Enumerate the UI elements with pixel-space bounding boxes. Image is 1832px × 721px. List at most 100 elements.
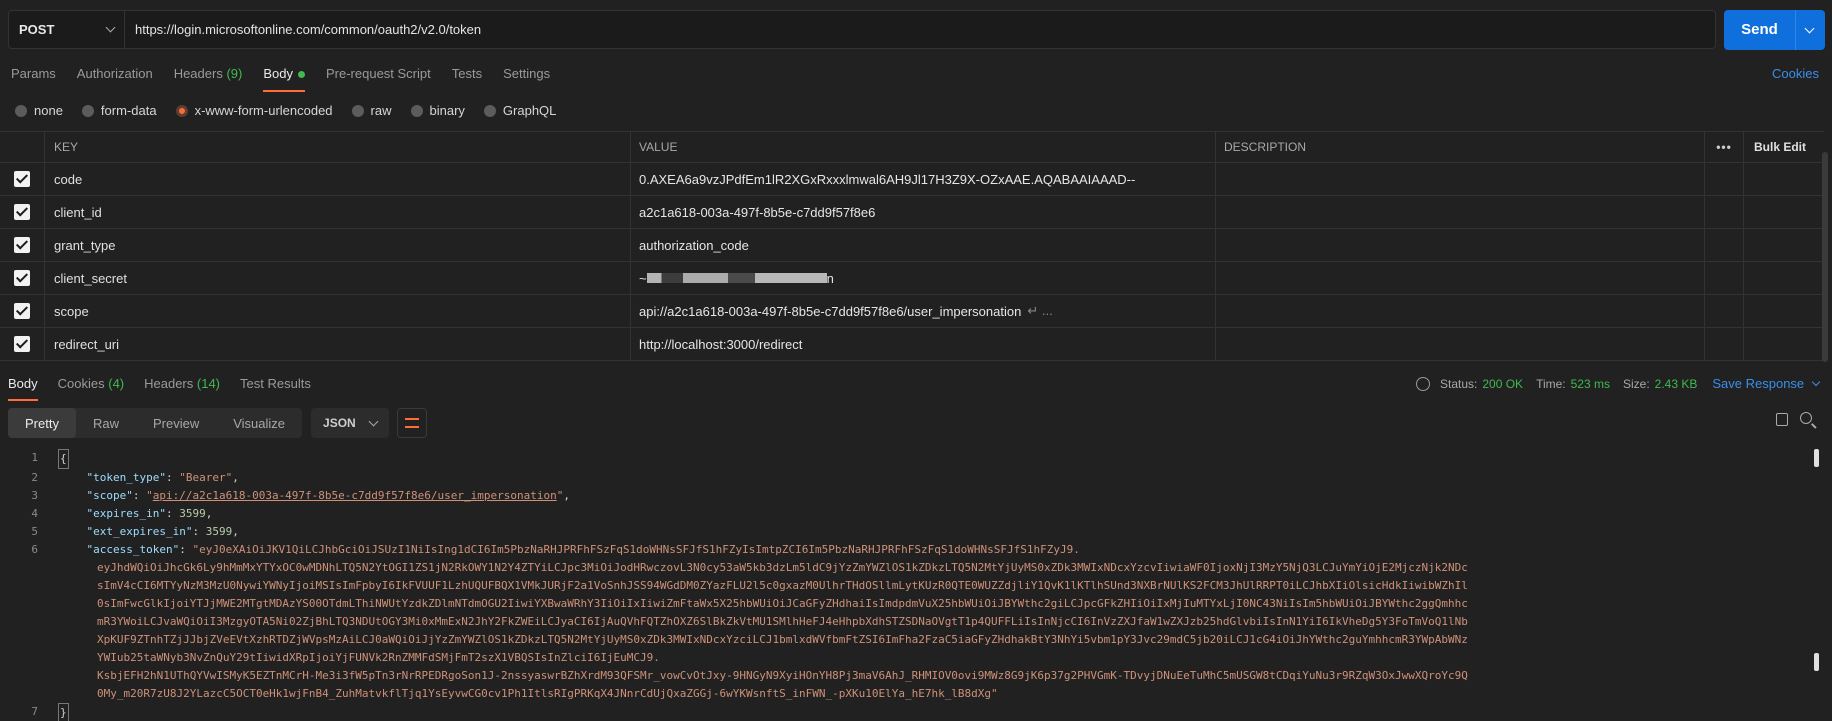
response-tabs: Body Cookies (4) Headers (14) Test Resul… (8, 376, 331, 401)
access-token-line: 0My_m20R7zU8J2YLazcC5OCT0eHk1wjFnB4_ZuhM… (97, 687, 998, 700)
radio-icon (410, 104, 423, 117)
description-cell[interactable] (1216, 163, 1705, 195)
radio-x-www-form-urlencoded[interactable]: x-www-form-urlencoded (175, 103, 333, 118)
description-cell[interactable] (1216, 196, 1705, 228)
description-cell[interactable] (1216, 229, 1705, 261)
tab-response-headers[interactable]: Headers (14) (144, 376, 220, 401)
chevron-down-icon[interactable] (1804, 23, 1815, 33)
key-header: KEY (45, 132, 631, 162)
table-row: client_secret ~ n (0, 262, 1824, 295)
redacted-secret (646, 273, 827, 283)
bulk-edit-button[interactable]: Bulk Edit (1744, 132, 1824, 162)
table-row: code 0.AXEA6a9vzJPdfEm1lR2XGxRxxxlmwal6A… (0, 163, 1824, 196)
size-value: 2.43 KB (1654, 376, 1698, 391)
table-header: KEY VALUE DESCRIPTION ••• Bulk Edit (0, 131, 1824, 163)
editor-scrollbar[interactable] (1814, 449, 1819, 467)
table-row: client_id a2c1a618-003a-497f-8b5e-c7dd9f… (0, 196, 1824, 229)
response-body-editor[interactable]: 1{ 2 "token_type": "Bearer", 3 "scope": … (0, 449, 1810, 721)
cookies-link[interactable]: Cookies (1772, 66, 1819, 81)
key-cell[interactable]: redirect_uri (45, 328, 631, 360)
radio-icon (351, 104, 364, 117)
access-token-line: YWIub25taWNyb3NvZnQuY29tIiwidXRpIjoiYjFU… (97, 651, 660, 664)
value-cell[interactable]: authorization_code (631, 229, 1216, 261)
value-cell[interactable]: a2c1a618-003a-497f-8b5e-c7dd9f57f8e6 (631, 196, 1216, 228)
checkbox[interactable] (14, 303, 30, 319)
key-cell[interactable]: grant_type (45, 229, 631, 261)
body-type-options: none form-data x-www-form-urlencoded raw… (15, 103, 575, 118)
access-token-line: sImV4cCI6MTYyNzM3MzU0NywiYWNyIjoiMSIsImF… (97, 579, 1468, 592)
modified-dot-icon (297, 71, 305, 79)
access-token-value: eyJhdWQiOiJhcGk6Ly9hMmMxYTYxOC0wMDNhLTQ5… (0, 559, 1810, 703)
save-response-button[interactable]: Save Response (1712, 376, 1821, 391)
tab-pre-request-script[interactable]: Pre-request Script (326, 66, 431, 92)
access-token-line: KsbjEFH2hN1UThQYVwISMyK5EZTnMCrH-Me3i3fW… (97, 669, 1468, 682)
radio-form-data[interactable]: form-data (81, 103, 157, 118)
value-cell[interactable]: http://localhost:3000/redirect (631, 328, 1216, 360)
radio-none[interactable]: none (15, 103, 63, 118)
globe-icon[interactable] (1416, 376, 1430, 391)
search-icon[interactable] (1800, 412, 1812, 424)
view-raw[interactable]: Raw (76, 408, 136, 438)
checkbox[interactable] (14, 237, 30, 253)
copy-icon[interactable] (1776, 413, 1788, 426)
value-header: VALUE (631, 132, 1216, 162)
view-mode-segment: Pretty Raw Preview Visualize (8, 408, 303, 438)
description-header: DESCRIPTION (1216, 132, 1705, 162)
key-cell[interactable]: client_secret (45, 262, 631, 294)
description-cell[interactable] (1216, 262, 1705, 294)
tab-test-results[interactable]: Test Results (240, 376, 311, 401)
more-options-icon[interactable]: ••• (1705, 132, 1744, 162)
tab-headers[interactable]: Headers (9) (174, 66, 243, 92)
checkbox[interactable] (14, 336, 30, 352)
description-cell[interactable] (1216, 328, 1705, 360)
method-select[interactable]: POST (9, 11, 125, 48)
tab-response-cookies[interactable]: Cookies (4) (58, 376, 124, 401)
radio-binary[interactable]: binary (410, 103, 465, 118)
tab-authorization[interactable]: Authorization (77, 66, 153, 92)
tab-body[interactable]: Body (263, 66, 305, 92)
chevron-down-icon (368, 416, 379, 426)
method-label: POST (19, 22, 55, 37)
scope-link[interactable]: api://a2c1a618-003a-497f-8b5e-c7dd9f57f8… (153, 489, 557, 502)
editor-scrollbar-end[interactable] (1814, 653, 1819, 671)
checkbox[interactable] (14, 171, 30, 187)
radio-raw[interactable]: raw (351, 103, 392, 118)
key-cell[interactable]: client_id (45, 196, 631, 228)
wrap-icon (404, 418, 419, 428)
key-cell[interactable]: code (45, 163, 631, 195)
request-bar: POST https://login.microsoftonline.com/c… (8, 10, 1716, 49)
tab-tests[interactable]: Tests (452, 66, 482, 92)
view-preview[interactable]: Preview (136, 408, 216, 438)
tab-settings[interactable]: Settings (503, 66, 550, 92)
radio-graphql[interactable]: GraphQL (483, 103, 556, 118)
overflow-indicator: ↵ ... (1027, 303, 1053, 318)
tab-response-body[interactable]: Body (8, 376, 38, 401)
url-input[interactable]: https://login.microsoftonline.com/common… (125, 11, 1715, 48)
access-token-line: 0sImFwcGlkIjoiYTJjMWE2MTgtMDAzYS00OTdmLT… (97, 597, 1468, 610)
view-pretty[interactable]: Pretty (8, 408, 76, 438)
send-button[interactable]: Send (1724, 10, 1825, 50)
view-visualize[interactable]: Visualize (216, 408, 302, 438)
table-row: scope api://a2c1a618-003a-497f-8b5e-c7dd… (0, 295, 1824, 328)
value-cell[interactable]: ~ n (631, 262, 1216, 294)
value-cell[interactable]: api://a2c1a618-003a-497f-8b5e-c7dd9f57f8… (631, 295, 1216, 327)
access-token-line: XpKUF9ZTnhTZjJJbjZVeEVtXzhRTDZjWVpsMzAiL… (97, 633, 1468, 646)
table-row: grant_type authorization_code (0, 229, 1824, 262)
table-row: redirect_uri http://localhost:3000/redir… (0, 328, 1824, 361)
value-cell[interactable]: 0.AXEA6a9vzJPdfEm1lR2XGxRxxxlmwal6AH9Jl1… (631, 163, 1216, 195)
access-token-line: mR3YWoiLCJvaWQiOiI3MzgyOTA5Ni02ZjBhLTQ3N… (97, 615, 1468, 628)
wrap-lines-button[interactable] (396, 408, 427, 438)
access-token-line: eyJhdWQiOiJhcGk6Ly9hMmMxYTYxOC0wMDNhLTQ5… (97, 561, 1468, 574)
tab-params[interactable]: Params (11, 66, 56, 92)
language-select[interactable]: JSON (311, 408, 389, 438)
description-cell[interactable] (1216, 295, 1705, 327)
checkbox[interactable] (14, 204, 30, 220)
format-toolbar: Pretty Raw Preview Visualize JSON (8, 408, 427, 438)
time-value: 523 ms (1570, 376, 1610, 391)
key-cell[interactable]: scope (45, 295, 631, 327)
chevron-down-icon (1811, 377, 1821, 386)
checkbox[interactable] (14, 270, 30, 286)
request-tabs: Params Authorization Headers (9) Body Pr… (11, 66, 571, 92)
params-table: KEY VALUE DESCRIPTION ••• Bulk Edit code… (0, 131, 1824, 361)
table-scrollbar[interactable] (1822, 152, 1828, 362)
